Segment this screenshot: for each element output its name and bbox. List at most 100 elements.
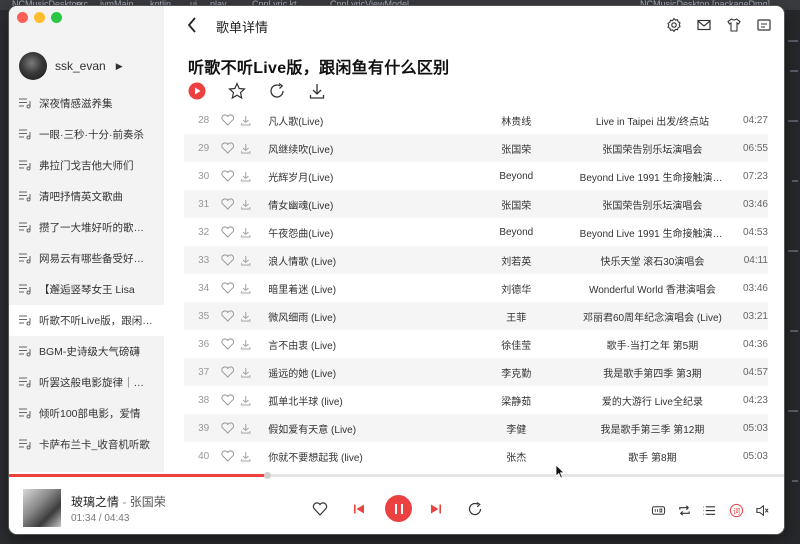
track-artist[interactable]: 李健 bbox=[463, 421, 570, 436]
track-name[interactable]: 暗里着迷 (Live) bbox=[268, 281, 443, 296]
user-profile[interactable]: ssk_evan ▶ bbox=[19, 52, 123, 80]
track-name[interactable]: 午夜怨曲(Live) bbox=[268, 225, 443, 240]
table-row[interactable]: 37 遥远的她 (Live) 李克勤 我是歌手第四季 第3期 04:57 bbox=[184, 358, 768, 386]
track-artist[interactable]: 梁静茹 bbox=[463, 393, 570, 408]
sidebar-playlist-item[interactable]: 弗拉门戈吉他大师们 bbox=[9, 150, 164, 181]
track-album[interactable]: Live in Taipei 出发/终点站 bbox=[580, 113, 726, 128]
album-cover[interactable] bbox=[23, 489, 61, 527]
sidebar-playlist-item[interactable]: 清吧抒情英文歌曲 bbox=[9, 181, 164, 212]
quality-icon[interactable] bbox=[651, 503, 666, 518]
shirt-icon[interactable] bbox=[726, 17, 742, 33]
track-album[interactable]: 歌手·当打之年 第5期 bbox=[580, 337, 726, 352]
track-artist[interactable]: 林贵线 bbox=[463, 113, 570, 128]
download-icon[interactable] bbox=[239, 143, 253, 154]
sidebar-playlist-item[interactable]: 深夜情感滋养集 bbox=[9, 88, 164, 119]
download-icon[interactable] bbox=[239, 171, 253, 182]
heart-icon[interactable] bbox=[219, 226, 236, 238]
pause-button[interactable] bbox=[385, 495, 412, 522]
download-icon[interactable] bbox=[239, 367, 253, 378]
track-name[interactable]: 微风细雨 (Live) bbox=[268, 309, 443, 324]
download-icon[interactable] bbox=[239, 283, 253, 294]
heart-icon[interactable] bbox=[219, 254, 236, 266]
progress-bar[interactable] bbox=[9, 472, 784, 479]
heart-icon[interactable] bbox=[219, 394, 236, 406]
table-row[interactable]: 35 微风细雨 (Live) 王菲 邓丽君60周年纪念演唱会 (Live) 03… bbox=[184, 302, 768, 330]
track-album[interactable]: 邓丽君60周年纪念演唱会 (Live) bbox=[580, 309, 726, 324]
track-artist[interactable]: Beyond bbox=[463, 171, 570, 182]
heart-icon[interactable] bbox=[219, 198, 236, 210]
table-row[interactable]: 29 风继续吹(Live) 张国荣 张国荣告别乐坛演唱会 06:55 bbox=[184, 134, 768, 162]
table-row[interactable]: 34 暗里着迷 (Live) 刘德华 Wonderful World 香港演唱会… bbox=[184, 274, 768, 302]
repeat-icon[interactable] bbox=[677, 503, 692, 518]
table-row[interactable]: 31 倩女幽魂(Live) 张国荣 张国荣告别乐坛演唱会 03:46 bbox=[184, 190, 768, 218]
sidebar-playlist-item[interactable]: BGM-史诗级大气磅礴 bbox=[9, 336, 164, 367]
lyric-icon[interactable]: 词 bbox=[729, 503, 744, 518]
avatar[interactable] bbox=[19, 52, 47, 80]
table-row[interactable]: 39 假如爱有天意 (Live) 李健 我是歌手第三季 第12期 05:03 bbox=[184, 414, 768, 442]
table-row[interactable]: 33 浪人情歌 (Live) 刘若英 快乐天堂 滚石30演唱会 04:11 bbox=[184, 246, 768, 274]
heart-icon[interactable] bbox=[219, 366, 236, 378]
table-row[interactable]: 28 凡人歌(Live) 林贵线 Live in Taipei 出发/终点站 0… bbox=[184, 110, 768, 134]
track-artist[interactable]: 徐佳莹 bbox=[463, 337, 570, 352]
close-window-button[interactable] bbox=[17, 12, 28, 23]
minimize-window-button[interactable] bbox=[34, 12, 45, 23]
zoom-window-button[interactable] bbox=[51, 12, 62, 23]
sidebar-playlist-item[interactable]: 网易云有哪些备受好评的歌 bbox=[9, 243, 164, 274]
track-album[interactable]: Beyond Live 1991 生命接触演唱会 bbox=[580, 169, 726, 184]
heart-icon[interactable] bbox=[219, 142, 236, 154]
track-album[interactable]: Beyond Live 1991 生命接触演唱会 bbox=[580, 225, 726, 240]
track-album[interactable]: 快乐天堂 滚石30演唱会 bbox=[580, 253, 726, 268]
heart-icon[interactable] bbox=[219, 450, 236, 462]
progress-handle[interactable] bbox=[264, 472, 272, 479]
track-name[interactable]: 风继续吹(Live) bbox=[268, 141, 443, 156]
play-circle-icon[interactable] bbox=[188, 82, 206, 100]
sidebar-playlist-item[interactable]: 听罢这般电影旋律｜好听 bbox=[9, 367, 164, 398]
download-icon[interactable] bbox=[239, 395, 253, 406]
share-icon[interactable] bbox=[467, 501, 483, 517]
heart-icon[interactable] bbox=[219, 338, 236, 350]
track-artist[interactable]: 刘若英 bbox=[463, 253, 570, 268]
heart-icon[interactable] bbox=[312, 501, 328, 517]
track-artist[interactable]: 张国荣 bbox=[463, 197, 570, 212]
track-artist[interactable]: 张杰 bbox=[463, 449, 570, 464]
track-name[interactable]: 你就不要想起我 (live) bbox=[268, 449, 443, 464]
heart-icon[interactable] bbox=[219, 282, 236, 294]
track-name[interactable]: 倩女幽魂(Live) bbox=[268, 197, 443, 212]
heart-icon[interactable] bbox=[219, 422, 236, 434]
download-icon[interactable] bbox=[239, 311, 253, 322]
chevron-left-icon[interactable] bbox=[184, 15, 200, 35]
track-album[interactable]: 歌手 第8期 bbox=[580, 449, 726, 464]
heart-icon[interactable] bbox=[219, 114, 236, 126]
volume-icon[interactable] bbox=[755, 503, 770, 518]
table-row[interactable]: 36 言不由衷 (Live) 徐佳莹 歌手·当打之年 第5期 04:36 bbox=[184, 330, 768, 358]
table-row[interactable]: 38 孤单北半球 (live) 梁静茹 爱的大游行 Live全纪录 04:23 bbox=[184, 386, 768, 414]
next-icon[interactable] bbox=[428, 501, 444, 517]
track-name[interactable]: 浪人情歌 (Live) bbox=[268, 253, 443, 268]
download-icon[interactable] bbox=[239, 423, 253, 434]
username[interactable]: ssk_evan bbox=[55, 59, 106, 73]
sidebar-playlist-item[interactable]: 【邂逅竖琴女王 Lisa bbox=[9, 274, 164, 305]
download-icon[interactable] bbox=[239, 255, 253, 266]
track-album[interactable]: Wonderful World 香港演唱会 bbox=[580, 281, 726, 296]
track-artist[interactable]: 王菲 bbox=[463, 309, 570, 324]
track-name[interactable]: 言不由衷 (Live) bbox=[268, 337, 443, 352]
gear-icon[interactable] bbox=[666, 17, 682, 33]
sidebar-playlist-item[interactable]: 卡萨布兰卡_收音机听歌 bbox=[9, 429, 164, 460]
share-icon[interactable] bbox=[268, 82, 286, 100]
track-artist[interactable]: 张国荣 bbox=[463, 141, 570, 156]
download-icon[interactable] bbox=[239, 451, 253, 462]
mail-icon[interactable] bbox=[696, 17, 712, 33]
previous-icon[interactable] bbox=[351, 501, 367, 517]
star-icon[interactable] bbox=[228, 82, 246, 100]
download-icon[interactable] bbox=[239, 227, 253, 238]
table-row[interactable]: 30 光辉岁月(Live) Beyond Beyond Live 1991 生命… bbox=[184, 162, 768, 190]
track-name[interactable]: 凡人歌(Live) bbox=[268, 113, 443, 128]
playlist-queue-icon[interactable] bbox=[702, 503, 717, 518]
window-icon[interactable] bbox=[756, 17, 772, 33]
sidebar-playlist-item[interactable]: 攒了一大堆好听的歌想分享 bbox=[9, 212, 164, 243]
sidebar-playlist-item[interactable]: 倾听100部电影，爱情 bbox=[9, 398, 164, 429]
download-icon[interactable] bbox=[239, 199, 253, 210]
track-album[interactable]: 我是歌手第三季 第12期 bbox=[580, 421, 726, 436]
track-artist[interactable]: 李克勤 bbox=[463, 365, 570, 380]
track-artist[interactable]: Beyond bbox=[463, 227, 570, 238]
